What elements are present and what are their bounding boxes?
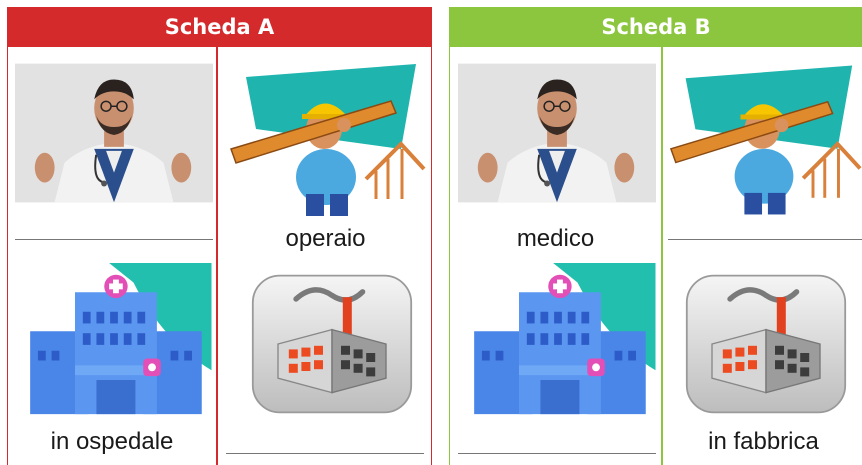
sheet-b-title: Scheda B [450, 7, 862, 47]
hospital-icon [15, 263, 213, 419]
sheet-b-column-divider [661, 47, 663, 465]
sheet-b-answer-line-1[interactable] [668, 239, 862, 240]
worker-icon [666, 59, 862, 219]
sheet-b-cell-doctor [458, 63, 656, 203]
worker-icon [226, 59, 426, 219]
factory-icon [676, 265, 856, 423]
doctor-photo [458, 63, 656, 203]
factory-icon [242, 265, 422, 423]
sheet-a-word-hospital: in ospedale [50, 428, 174, 455]
sheet-a-word-worker: operaio [285, 225, 366, 252]
sheet-a-cell-hospital [15, 263, 213, 419]
sheet-a-cell-worker [226, 59, 426, 219]
sheet-a-answer-line-1[interactable] [15, 239, 213, 240]
sheet-a: Scheda A operaio in ospedale [7, 7, 432, 465]
sheet-b-answer-line-2[interactable] [458, 453, 656, 454]
sheet-a-column-divider [216, 47, 218, 465]
sheet-b-cell-worker [666, 59, 862, 219]
sheet-b-word-doctor: medico [516, 225, 595, 252]
sheet-a-cell-factory [242, 265, 422, 423]
sheet-a-cell-doctor [15, 63, 213, 203]
sheet-a-answer-line-2[interactable] [226, 453, 424, 454]
sheet-a-title: Scheda A [8, 7, 431, 47]
sheet-b: Scheda B medico in fabbrica [449, 7, 862, 465]
doctor-photo [15, 63, 213, 203]
sheet-b-cell-hospital [460, 263, 656, 419]
hospital-icon [460, 263, 656, 419]
sheet-b-word-factory: in fabbrica [708, 428, 819, 455]
sheet-b-cell-factory [676, 265, 856, 423]
